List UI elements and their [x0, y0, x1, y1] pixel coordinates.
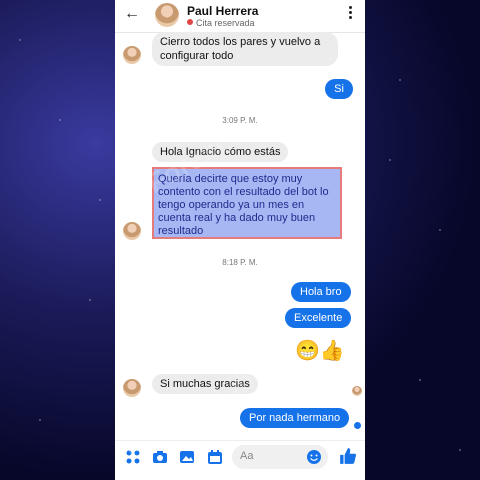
sender-avatar[interactable] [123, 222, 141, 240]
status-dot-icon [187, 19, 193, 25]
contact-avatar[interactable] [155, 3, 179, 27]
message-input-placeholder: Aa [240, 450, 254, 462]
outgoing-message[interactable]: Por nada hermano [240, 408, 350, 428]
chat-header: ← Paul Herrera Cita reservada [115, 0, 365, 33]
seen-avatar [352, 386, 362, 396]
status-text: Cita reservada [196, 18, 255, 28]
emoji-icon[interactable] [306, 449, 322, 465]
outgoing-message[interactable]: Excelente [285, 308, 352, 328]
outgoing-message[interactable]: Si [325, 79, 353, 99]
sender-avatar[interactable] [123, 46, 141, 64]
sender-avatar[interactable] [123, 379, 141, 397]
contact-status: Cita reservada [187, 18, 255, 28]
outgoing-message[interactable]: Hola bro [291, 282, 351, 302]
calendar-icon[interactable] [207, 449, 223, 465]
messenger-chat-screen: ← Paul Herrera Cita reservada Cierro tod… [115, 0, 365, 480]
more-options-icon[interactable] [349, 6, 353, 21]
read-receipt-icon [354, 422, 361, 429]
contact-name[interactable]: Paul Herrera [187, 4, 258, 18]
like-thumb-icon[interactable] [339, 447, 357, 465]
gallery-icon[interactable] [179, 449, 195, 465]
incoming-message[interactable]: Cierro todos los pares y vuelvo a config… [152, 32, 338, 66]
back-arrow-icon[interactable]: ← [124, 5, 140, 23]
timestamp: 8:18 P. M. [222, 258, 258, 267]
emoji-reaction[interactable]: 😁👍 [295, 338, 345, 363]
